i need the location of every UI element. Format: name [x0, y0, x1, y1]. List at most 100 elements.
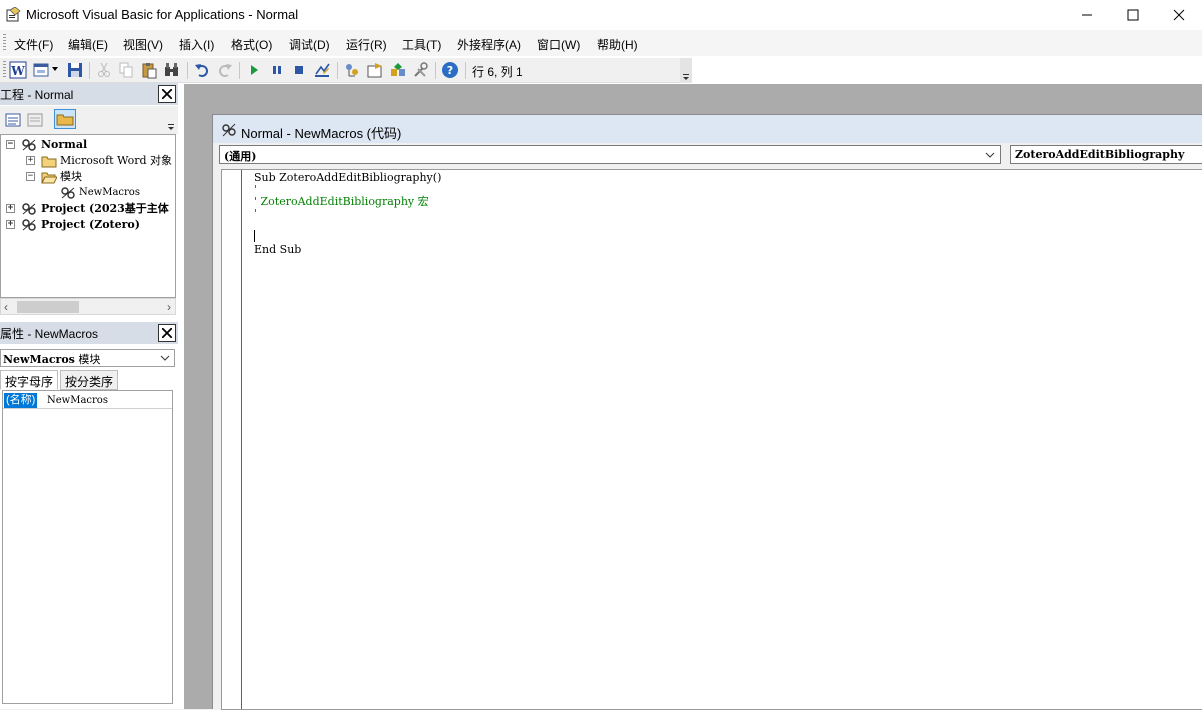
toolbar-separator [465, 62, 466, 79]
tree-node-project-zotero[interactable]: + Project (Zotero) [1, 217, 175, 233]
property-row[interactable]: (名称) NewMacros [3, 393, 172, 409]
project-explorer-icon[interactable] [343, 61, 361, 79]
menu-run[interactable]: 运行(R) [346, 36, 387, 53]
tree-node-newmacros[interactable]: NewMacros [1, 185, 175, 201]
scrollbar-thumb[interactable] [17, 301, 79, 313]
property-value[interactable]: NewMacros [47, 393, 108, 409]
toolbox-icon[interactable] [412, 61, 430, 79]
properties-pane-close-button[interactable] [158, 324, 176, 342]
vba-project-icon [21, 218, 37, 232]
code-comment-line[interactable]: ' ZoteroAddEditBibliography 宏 [254, 196, 429, 208]
properties-object-combo[interactable]: NewMacros 模块 [0, 349, 175, 367]
run-icon[interactable] [245, 61, 263, 79]
object-combo[interactable]: (通用) [219, 145, 1001, 164]
tree-node-normal[interactable]: − Normal [1, 137, 175, 153]
menu-file[interactable]: 文件(F) [14, 36, 53, 53]
save-icon[interactable] [66, 61, 84, 79]
close-icon [162, 89, 172, 99]
code-margin-indicator[interactable] [222, 170, 242, 709]
tree-expander[interactable]: + [6, 204, 15, 213]
tree-node-word-objects[interactable]: + Microsoft Word 对象 [1, 153, 175, 169]
chevron-down-icon[interactable] [166, 112, 176, 132]
procedure-combo[interactable]: ZoteroAddEditBibliography [1010, 145, 1202, 164]
code-comment-line[interactable]: ' [254, 208, 257, 220]
chevron-left-icon[interactable]: ‹ [4, 300, 8, 314]
menu-grip[interactable] [3, 34, 6, 52]
code-line[interactable]: End Sub [254, 244, 301, 256]
menu-view[interactable]: 视图(V) [123, 36, 163, 53]
tree-expander[interactable]: + [6, 220, 15, 229]
code-module-icon [221, 122, 237, 138]
copy-icon[interactable] [117, 61, 135, 79]
chevron-down-icon[interactable] [160, 354, 170, 362]
toolbar-separator [435, 62, 436, 79]
vba-editor-icon [6, 6, 22, 23]
word-icon[interactable]: W [9, 61, 27, 79]
tree-expander[interactable]: − [26, 172, 35, 181]
view-object-icon[interactable] [26, 111, 44, 129]
menu-addins[interactable]: 外接程序(A) [457, 36, 521, 53]
tree-expander[interactable]: − [6, 140, 15, 149]
procedure-combo-value: ZoteroAddEditBibliography [1015, 148, 1185, 161]
window-title: Microsoft Visual Basic for Applications … [26, 7, 299, 22]
cut-icon[interactable] [95, 61, 113, 79]
redo-icon[interactable] [216, 61, 234, 79]
tree-label: 模块 [60, 170, 82, 183]
menu-format[interactable]: 格式(O) [231, 36, 272, 53]
toggle-folders-icon[interactable] [54, 109, 76, 129]
properties-window-icon[interactable] [366, 61, 384, 79]
tab-categorized[interactable]: 按分类序 [60, 370, 119, 390]
menu-help[interactable]: 帮助(H) [597, 36, 638, 53]
code-window-title: Normal - NewMacros (代码) [241, 126, 402, 141]
insert-userform-icon[interactable] [32, 61, 50, 79]
menu-window[interactable]: 窗口(W) [537, 36, 580, 53]
object-type: 模块 [78, 353, 101, 366]
menu-insert[interactable]: 插入(I) [179, 36, 214, 53]
standard-toolbar: W ? 行 6, 列 1 [0, 58, 692, 83]
minimize-button[interactable] [1064, 0, 1110, 30]
menu-debug[interactable]: 调试(D) [289, 36, 330, 53]
code-editor[interactable]: Sub ZoteroAddEditBibliography() ' ' Zote… [221, 169, 1202, 710]
object-browser-icon[interactable] [389, 61, 407, 79]
code-window-title-bar[interactable]: Normal - NewMacros (代码) [213, 115, 1202, 143]
tree-node-project-2023[interactable]: + Project (2023基于主体 [1, 201, 175, 217]
project-tree[interactable]: − Normal + Microsoft Word 对象 − 模块 NewMac… [0, 134, 176, 298]
tree-label: Project (2023基于主体 [41, 202, 169, 215]
vba-project-icon [21, 138, 37, 152]
module-icon [60, 186, 76, 200]
view-code-icon[interactable] [4, 111, 22, 129]
code-window: Normal - NewMacros (代码) (通用) ZoteroAddEd… [212, 114, 1202, 710]
chevron-right-icon[interactable]: › [167, 300, 171, 314]
find-icon[interactable] [163, 61, 181, 79]
toolbar-separator [239, 62, 240, 79]
properties-object-label: NewMacros 模块 [3, 351, 100, 367]
toolbar-options-button[interactable] [680, 58, 692, 83]
help-icon[interactable]: ? [441, 61, 459, 79]
object-combo-value: (通用) [224, 150, 257, 163]
svg-text:?: ? [447, 64, 453, 77]
menu-tools[interactable]: 工具(T) [402, 36, 441, 53]
menu-edit[interactable]: 编辑(E) [68, 36, 108, 53]
chevron-down-icon[interactable] [52, 67, 58, 71]
close-icon [1173, 9, 1185, 21]
break-icon[interactable] [268, 61, 286, 79]
code-line[interactable]: Sub ZoteroAddEditBibliography() [254, 172, 441, 184]
properties-pane-title: 属性 - NewMacros [0, 327, 99, 341]
chevron-down-icon[interactable] [985, 151, 995, 159]
tree-label: Project (Zotero) [41, 218, 140, 231]
toolbar-grip[interactable] [3, 61, 6, 79]
tree-node-modules[interactable]: − 模块 [1, 169, 175, 185]
property-key: (名称) [4, 393, 38, 408]
reset-icon[interactable] [290, 61, 308, 79]
project-tree-scrollbar[interactable]: ‹ › [0, 298, 176, 315]
undo-icon[interactable] [193, 61, 211, 79]
project-pane-close-button[interactable] [158, 85, 176, 103]
tree-expander[interactable]: + [26, 156, 35, 165]
design-mode-icon[interactable] [313, 61, 331, 79]
maximize-button[interactable] [1110, 0, 1156, 30]
tab-alphabetic[interactable]: 按字母序 [0, 370, 59, 390]
paste-icon[interactable] [140, 61, 158, 79]
text-caret [254, 230, 255, 242]
close-button[interactable] [1156, 0, 1202, 30]
tree-label: Normal [41, 138, 88, 151]
